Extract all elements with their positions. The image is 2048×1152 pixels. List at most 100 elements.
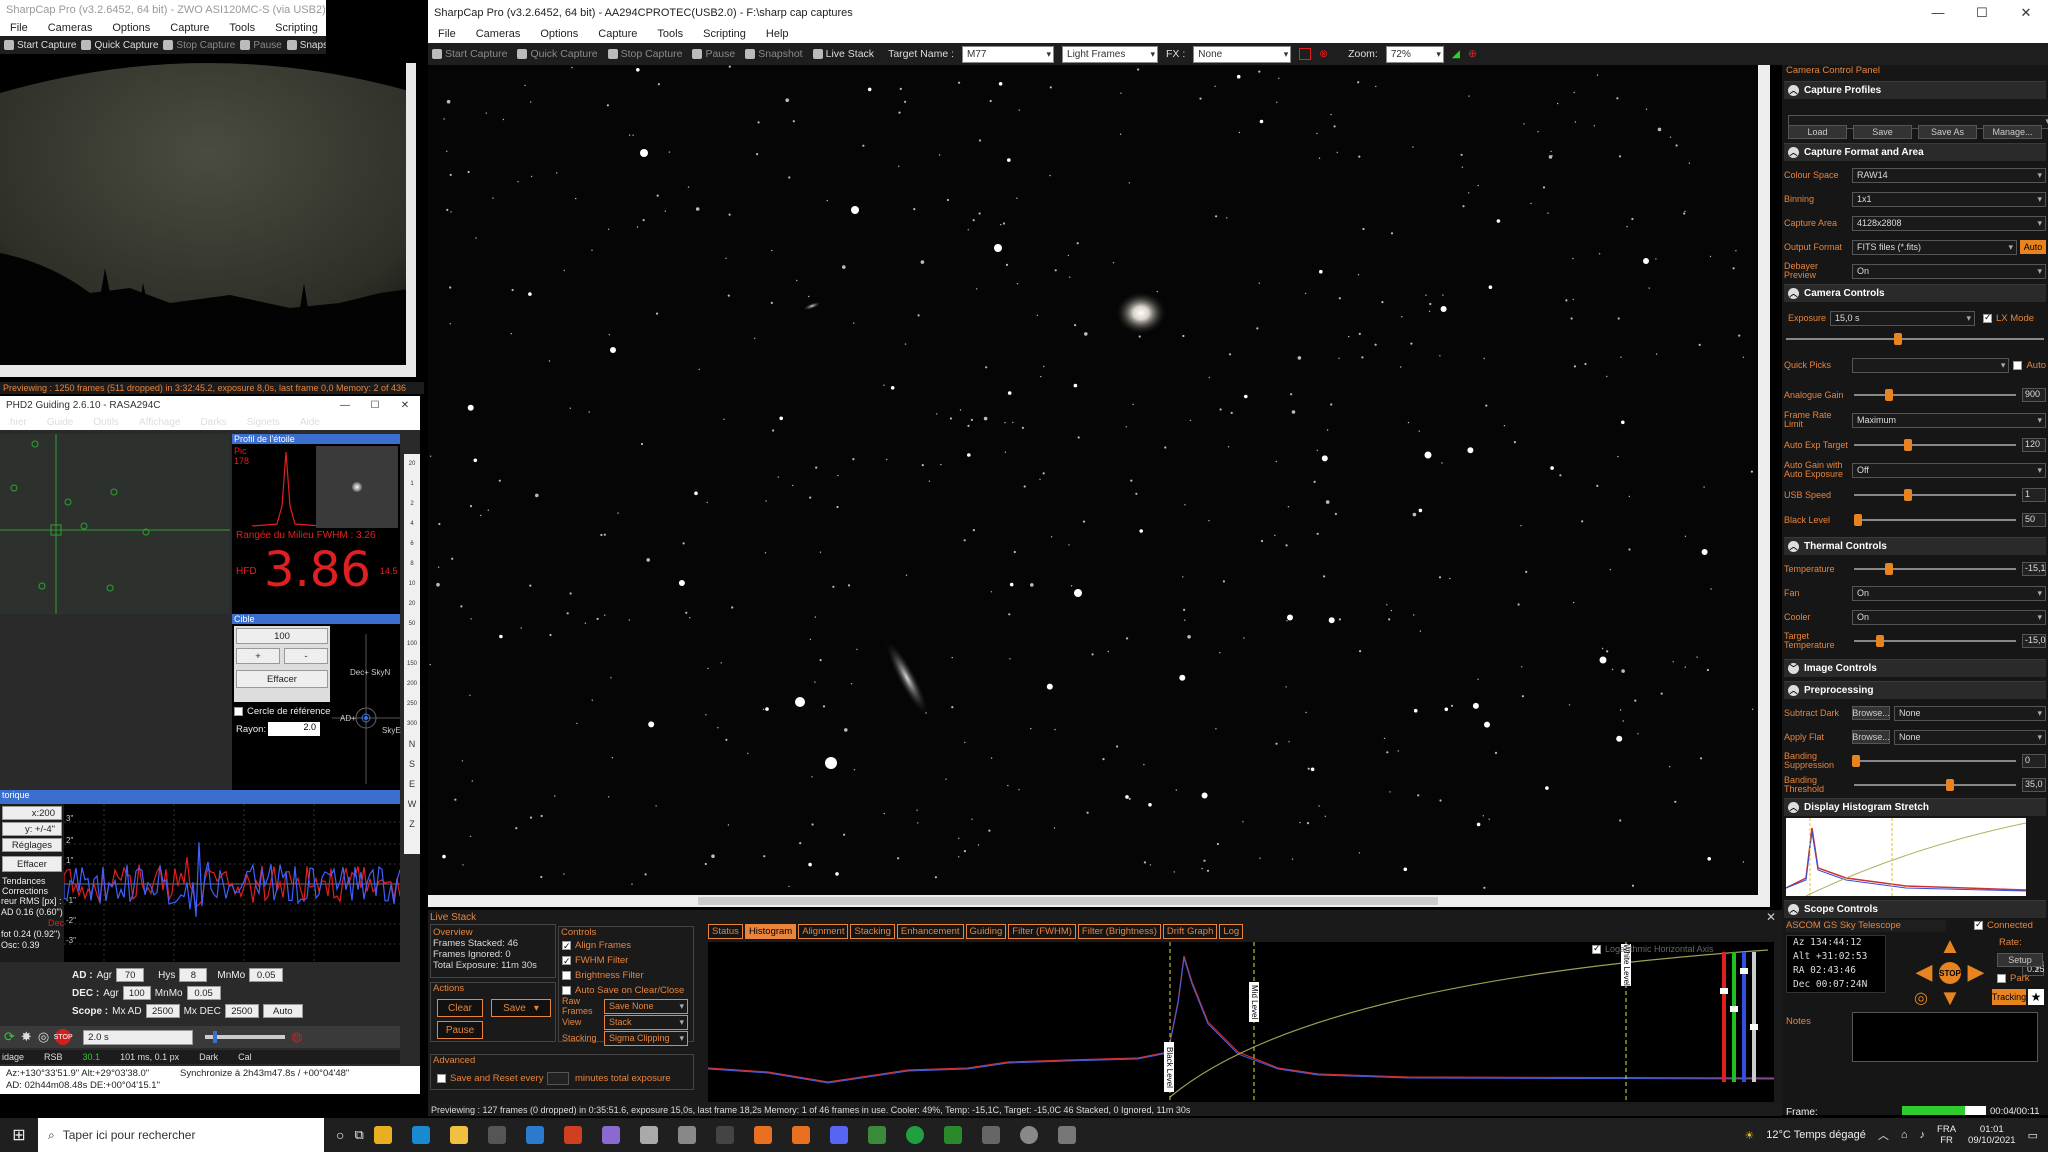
stellarium-icon[interactable] (715, 1126, 734, 1144)
slider-knob[interactable] (1852, 755, 1860, 767)
ad-agr-input[interactable]: 70 (116, 968, 145, 982)
pause-button[interactable]: Pause (437, 1021, 483, 1039)
menu-item-scripting[interactable]: Scripting (265, 22, 326, 34)
minutes-input[interactable] (547, 1072, 569, 1085)
folder-icon[interactable] (449, 1126, 468, 1144)
logarithmic-checkbox[interactable]: Logarithmic (1592, 943, 1652, 954)
tab-drift-graph[interactable]: Drift Graph (1162, 924, 1218, 939)
tab-guiding[interactable]: Guiding (965, 924, 1007, 939)
image-vscrollbar[interactable] (1758, 65, 1770, 895)
phd2-icon[interactable] (1019, 1126, 1038, 1144)
tab-filter-fwhm-[interactable]: Filter (FWHM) (1008, 924, 1076, 939)
view-value-select[interactable]: Stack (604, 1014, 688, 1030)
tracking-button[interactable]: Tracking (1992, 989, 2026, 1005)
colour-space-select[interactable]: RAW14 (1852, 167, 2046, 183)
xbox-icon[interactable] (905, 1126, 924, 1144)
allsky-vscrollbar[interactable] (406, 63, 416, 365)
start-icon[interactable]: ⊞ (0, 1125, 38, 1145)
left-quick-capture-button[interactable]: Quick Capture (81, 40, 158, 51)
main-start-capture-button[interactable]: Start Capture (432, 48, 507, 60)
graph-x-scale[interactable]: x:200 (2, 806, 62, 820)
crosshair-icon[interactable]: ⊗ (1319, 48, 1328, 60)
discord-icon[interactable] (829, 1126, 848, 1144)
dec-guide-mode-select[interactable]: Auto (262, 1004, 303, 1018)
graph-y-scale[interactable]: y: +/-4" (2, 822, 62, 836)
thermal-controls-header[interactable]: ︿ Thermal Controls (1784, 537, 2046, 555)
menu-item-file[interactable]: File (428, 28, 466, 40)
stop-button[interactable]: STOP (1939, 962, 1961, 984)
loop-icon[interactable]: ⟳ (4, 1029, 15, 1045)
fx-select[interactable]: None (1193, 45, 1292, 63)
trends-checkbox[interactable]: Tendances (0, 876, 64, 886)
target-temperature-slider[interactable] (1852, 634, 2018, 648)
menu-item-options[interactable]: Options (530, 28, 588, 40)
binning-select[interactable]: 1x1 (1852, 191, 2046, 207)
notification-icon[interactable]: ▭ (2028, 1129, 2038, 1142)
reticle-icon[interactable]: ⊕ (1468, 48, 1477, 60)
live-stack-close-icon[interactable]: ✕ (1766, 910, 1776, 924)
ascom-icon[interactable] (1057, 1126, 1076, 1144)
arrow-down-icon[interactable]: ▼ (1938, 987, 1962, 1011)
left-start-capture-button[interactable]: Start Capture (4, 40, 76, 51)
temperature-value[interactable]: -15,1 (2022, 562, 2046, 576)
mail-icon[interactable] (525, 1126, 544, 1144)
tab-alignment[interactable]: Alignment (798, 924, 849, 939)
cooler-select[interactable]: On (1852, 609, 2046, 625)
guide-camera-view[interactable] (0, 434, 230, 614)
corrections-checkbox[interactable]: Corrections (0, 886, 64, 896)
histogram-stretch-header[interactable]: ︿ Display Histogram Stretch (1784, 798, 2046, 816)
volume-icon[interactable]: ♪ (1920, 1129, 1926, 1141)
exposure-input[interactable]: 15,0 s (1830, 310, 1975, 326)
tab-status[interactable]: Status (708, 924, 743, 939)
maximize-button[interactable]: ☐ (1960, 5, 2004, 21)
store-icon[interactable] (487, 1126, 506, 1144)
arrow-right-icon[interactable]: ▶ (1964, 961, 1988, 985)
phd2-close-button[interactable]: ✕ (390, 400, 420, 411)
hscroll-thumb[interactable] (698, 897, 1438, 905)
left-snapshot-button[interactable]: Snapshot (286, 40, 326, 51)
tab-log[interactable]: Log (1219, 924, 1244, 939)
output-auto-button[interactable]: Auto (2020, 240, 2046, 254)
tray-chevron-icon[interactable]: ︿ (1878, 1127, 1889, 1143)
slider-knob[interactable] (1876, 635, 1885, 647)
menu-item-help[interactable]: Help (756, 28, 799, 40)
main-pause-button[interactable]: Pause (692, 48, 735, 60)
sharpcap-icon[interactable] (981, 1126, 1000, 1144)
slider-knob[interactable] (1903, 439, 1912, 451)
target-name-input[interactable]: M77 (962, 45, 1055, 63)
frame-type-select[interactable]: Light Frames (1062, 45, 1159, 63)
frame-rate-limit-select[interactable]: Maximum (1852, 412, 2046, 428)
dec-agr-input[interactable]: 100 (122, 986, 151, 1000)
main-image-view[interactable] (428, 65, 1770, 895)
left-pause-button[interactable]: Pause (240, 40, 282, 51)
calculator-icon[interactable] (677, 1126, 696, 1144)
profile-saveas-button[interactable]: Save As (1918, 125, 1977, 139)
main-live-stack-button[interactable]: Live Stack (812, 48, 874, 60)
language-indicator[interactable]: FRA FR (1937, 1124, 1956, 1146)
menu-item-tools[interactable]: Tools (647, 28, 693, 40)
preprocessing-header[interactable]: ︿ Preprocessing (1784, 681, 2046, 699)
phd2-menu-signets[interactable]: Signets (237, 417, 290, 428)
profile-save-button[interactable]: Save (1853, 125, 1912, 139)
temperature-slider[interactable] (1852, 562, 2018, 576)
park-checkbox[interactable]: Park (1997, 973, 2030, 984)
zoom-in-button[interactable]: + (236, 648, 280, 664)
left-stop-capture-button[interactable]: Stop Capture (163, 40, 235, 51)
zoom-select[interactable]: 72% (1385, 45, 1444, 63)
align-frames-checkbox[interactable]: Align Frames (562, 938, 693, 954)
office-icon[interactable] (563, 1126, 582, 1144)
profile-manage-button[interactable]: Manage... (1983, 125, 2042, 139)
reference-circle-checkbox[interactable]: Cercle de référence (234, 706, 330, 717)
tab-enhancement[interactable]: Enhancement (896, 924, 964, 939)
weather-text[interactable]: 12°C Temps dégagé (1766, 1129, 1866, 1141)
slider-knob[interactable] (1885, 389, 1893, 401)
phd2-menu-affichage[interactable]: Affichage (129, 417, 191, 428)
main-quick-capture-button[interactable]: Quick Capture (517, 48, 598, 60)
output-format-select[interactable]: FITS files (*.fits) (1852, 239, 2017, 255)
stacking-value-select[interactable]: Sigma Clipping (604, 1030, 688, 1046)
black-level-slider[interactable] (1852, 513, 2018, 527)
slider-knob[interactable] (1903, 489, 1912, 501)
close-button[interactable]: ✕ (2004, 5, 2048, 21)
phd2-menu-guide[interactable]: Guide (37, 417, 84, 428)
target-icon[interactable]: ◎ (38, 1029, 49, 1045)
